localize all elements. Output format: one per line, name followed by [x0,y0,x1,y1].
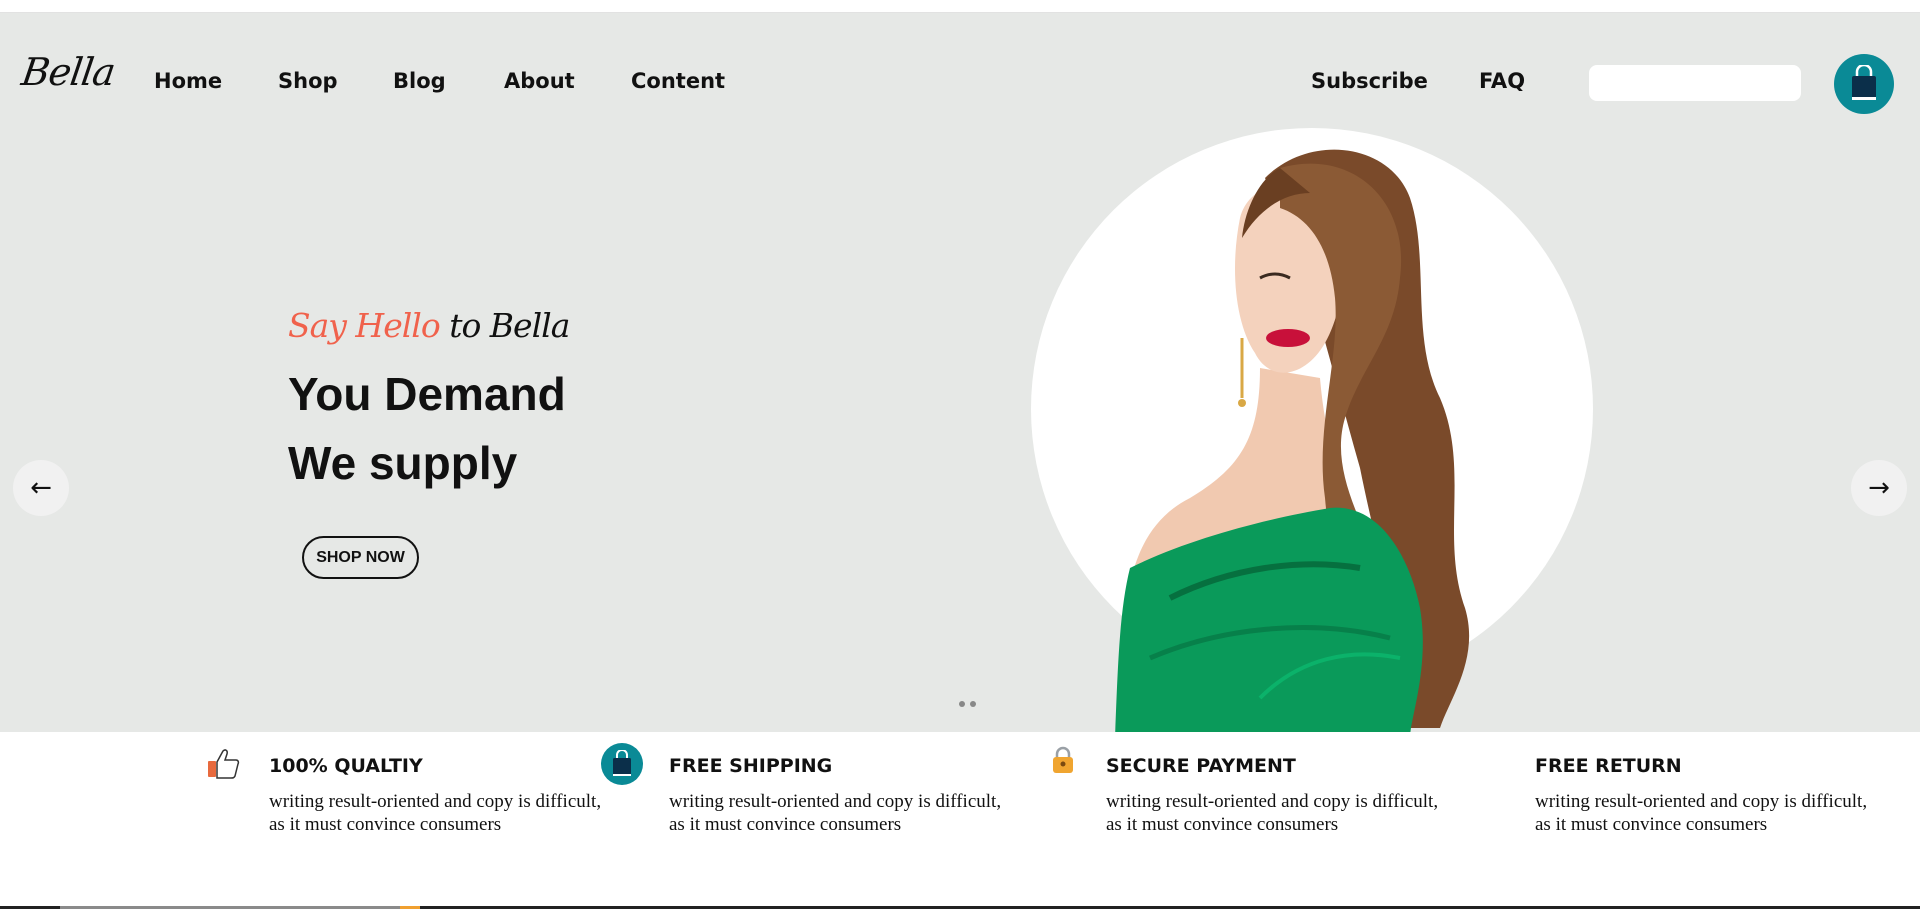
feature-title: FREE SHIPPING [669,755,833,777]
feature-text: writing result-oriented and copy is diff… [1535,791,1868,835]
shopping-bag-icon [601,743,643,785]
thumbs-up-icon [208,749,240,779]
feature-title: FREE RETURN [1535,755,1682,777]
search-input[interactable] [1589,65,1801,101]
carousel-next-button[interactable]: → [1851,460,1907,516]
tagline-rest: to Bella [439,306,570,345]
nav-item-home[interactable]: Home [154,69,222,93]
carousel-dot[interactable] [959,701,965,707]
browser-top-edge [0,0,1920,13]
hero-banner: Bella Home Shop Blog About Content Subsc… [0,13,1920,732]
shopping-bag-icon [1852,65,1876,100]
hero-model-image [1115,149,1470,732]
lock-icon [1053,746,1073,773]
nav-item-shop[interactable]: Shop [278,69,338,93]
hero-tagline: Say Hello to Bella [288,306,570,345]
brand-logo[interactable]: Bella [19,50,118,94]
feature-title: SECURE PAYMENT [1106,755,1296,777]
feature-text: writing result-oriented and copy is diff… [1106,791,1439,835]
nav-item-subscribe[interactable]: Subscribe [1311,69,1428,93]
hero-headline-line2: We supply [288,437,518,489]
shop-now-button[interactable]: SHOP NOW [302,536,419,579]
features-strip: 100% QUALTIY writing result-oriented and… [0,732,1920,907]
cart-button[interactable] [1834,54,1894,114]
feature-text: writing result-oriented and copy is diff… [669,791,1002,835]
tagline-accent: Say Hello [288,306,441,345]
feature-title: 100% QUALTIY [269,755,423,777]
nav-item-content[interactable]: Content [631,69,725,93]
hero-headline-line1: You Demand [288,368,566,420]
feature-text: writing result-oriented and copy is diff… [269,791,602,835]
carousel-pagination [959,701,976,707]
nav-item-faq[interactable]: FAQ [1479,69,1525,93]
nav-item-blog[interactable]: Blog [393,69,446,93]
carousel-prev-button[interactable]: ← [13,460,69,516]
nav-item-about[interactable]: About [504,69,575,93]
carousel-dot[interactable] [970,701,976,707]
